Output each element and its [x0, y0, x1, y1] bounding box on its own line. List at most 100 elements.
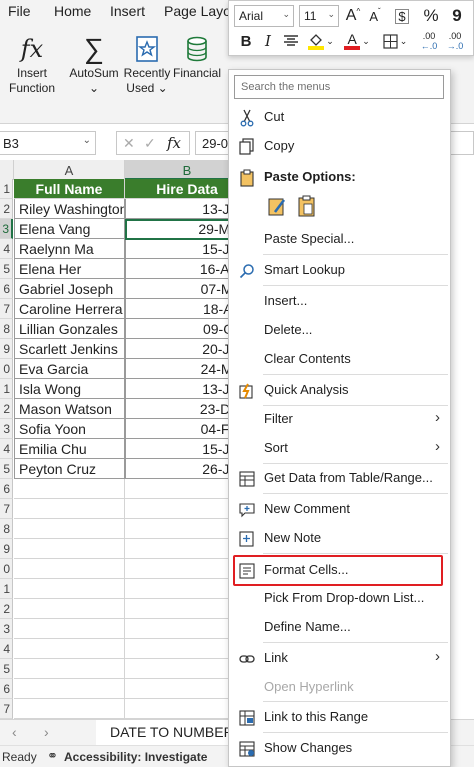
cell-full-name[interactable]: Sofia Yoon [14, 419, 125, 439]
row-header[interactable]: 2 [0, 199, 13, 219]
empty-cell[interactable] [14, 499, 125, 519]
cell-full-name[interactable]: Peyton Cruz [14, 459, 125, 479]
fill-color-button[interactable]: ⌄ [305, 30, 337, 52]
financial-button[interactable]: Financial [172, 32, 222, 81]
scroll-tabs-left-icon[interactable]: ‹ [12, 724, 17, 740]
menu-item-smart-lookup[interactable]: Smart Lookup [229, 256, 450, 284]
row-header[interactable]: 1 [0, 379, 13, 399]
menu-item-new-comment[interactable]: New Comment [229, 495, 450, 523]
menu-item-get-data[interactable]: Get Data from Table/Range... [229, 464, 450, 492]
row-header[interactable]: 7 [0, 499, 13, 519]
enter-formula-icon[interactable]: ✓ [144, 135, 156, 152]
row-header[interactable]: 0 [0, 359, 13, 379]
cell-full-name[interactable]: Lillian Gonzales [14, 319, 125, 339]
row-header[interactable]: 6 [0, 279, 13, 299]
row-header[interactable]: 7 [0, 299, 13, 319]
autosum-button[interactable]: ∑ AutoSum ⌄ [66, 32, 122, 96]
cell-full-name[interactable]: Scarlett Jenkins [14, 339, 125, 359]
row-header[interactable]: 8 [0, 319, 13, 339]
menu-item-delete[interactable]: Delete... [229, 316, 450, 344]
menu-item-quick-analysis[interactable]: Quick Analysis [229, 376, 450, 404]
accessibility-status[interactable]: Accessibility: Investigate [64, 750, 207, 764]
menu-item-paste-special[interactable]: Paste Special... [229, 225, 450, 253]
cell-full-name[interactable]: Gabriel Joseph [14, 279, 125, 299]
row-header[interactable]: 9 [0, 539, 13, 559]
cell-full-name[interactable]: Caroline Herrera [14, 299, 125, 319]
cancel-formula-icon[interactable]: ✕ [123, 135, 135, 152]
recently-used-button[interactable]: Recently Used ⌄ [120, 32, 174, 96]
menu-item-copy[interactable]: Copy [229, 132, 450, 160]
tab-home[interactable]: Home [54, 3, 91, 19]
empty-cell[interactable] [14, 519, 125, 539]
italic-button[interactable]: I [259, 30, 277, 52]
accounting-format-button[interactable]: $ [389, 5, 415, 27]
row-header[interactable]: 2 [0, 599, 13, 619]
menu-item-insert[interactable]: Insert... [229, 287, 450, 315]
empty-cell[interactable] [14, 539, 125, 559]
row-header[interactable]: 4 [0, 439, 13, 459]
font-size-select[interactable]: 11 ⌄ [299, 5, 339, 27]
decrease-decimal-button[interactable]: .00 →.0 [443, 28, 467, 54]
font-name-select[interactable]: Arial ⌄ [234, 5, 294, 27]
menu-item-cut[interactable]: Cut [229, 103, 450, 131]
sheet-tab-active[interactable]: DATE TO NUMBER [96, 720, 236, 745]
cell-full-name[interactable]: Elena Her [14, 259, 125, 279]
cell-full-name[interactable]: Emilia Chu [14, 439, 125, 459]
percent-style-button[interactable]: % [420, 5, 442, 27]
column-header-a[interactable]: A [14, 160, 125, 180]
empty-cell[interactable] [14, 599, 125, 619]
menu-item-pick-from-list[interactable]: Pick From Drop-down List... [229, 584, 450, 612]
row-header[interactable]: 4 [0, 239, 13, 259]
tab-insert[interactable]: Insert [110, 3, 145, 19]
menu-item-clear-contents[interactable]: Clear Contents [229, 345, 450, 373]
empty-cell[interactable] [14, 579, 125, 599]
row-header[interactable]: 1 [0, 579, 13, 599]
row-header[interactable]: 7 [0, 699, 13, 719]
row-header[interactable]: 6 [0, 679, 13, 699]
row-header[interactable]: 0 [0, 559, 13, 579]
row-header[interactable]: 3 [0, 419, 13, 439]
menu-item-link[interactable]: Link › [229, 644, 450, 672]
row-header[interactable]: 4 [0, 639, 13, 659]
increase-font-size-button[interactable]: A ^ [343, 5, 363, 27]
cell-full-name[interactable]: Eva Garcia [14, 359, 125, 379]
name-box[interactable]: B3 ⌄ [0, 131, 96, 155]
paste-formatting-option[interactable] [265, 194, 289, 218]
cell-full-name[interactable]: Elena Vang [14, 219, 125, 239]
cell-full-name[interactable]: Riley Washington [14, 199, 125, 219]
row-header[interactable]: 5 [0, 659, 13, 679]
row-header[interactable]: 1 [0, 179, 13, 199]
scroll-tabs-right-icon[interactable]: › [44, 724, 49, 740]
name-box-chevron-icon[interactable]: ⌄ [83, 135, 91, 146]
empty-cell[interactable] [14, 619, 125, 639]
row-header[interactable]: 3 [0, 219, 13, 239]
empty-cell[interactable] [14, 639, 125, 659]
align-center-button[interactable] [281, 30, 301, 52]
menu-item-filter[interactable]: Filter › [229, 405, 450, 433]
empty-cell[interactable] [14, 679, 125, 699]
cell-full-name[interactable]: Isla Wong [14, 379, 125, 399]
table-header-cell[interactable]: Full Name [14, 179, 125, 199]
empty-cell[interactable] [14, 659, 125, 679]
row-header[interactable]: 5 [0, 259, 13, 279]
insert-function-button[interactable]: fx Insert Function [4, 32, 60, 96]
bold-button[interactable]: B [237, 30, 255, 52]
increase-decimal-button[interactable]: .00 ←.0 [417, 28, 441, 54]
font-color-button[interactable]: A ⌄ [341, 30, 373, 52]
borders-button[interactable]: ⌄ [379, 30, 411, 52]
row-header[interactable]: 8 [0, 519, 13, 539]
comma-style-button[interactable]: 9 [446, 5, 468, 27]
menu-item-sort[interactable]: Sort › [229, 434, 450, 462]
insert-function-icon[interactable]: fx [167, 134, 181, 152]
row-header[interactable]: 2 [0, 399, 13, 419]
row-header[interactable]: 5 [0, 459, 13, 479]
tab-file[interactable]: File [8, 3, 31, 19]
select-all-corner[interactable] [0, 160, 14, 180]
row-header[interactable]: 3 [0, 619, 13, 639]
row-header[interactable]: 9 [0, 339, 13, 359]
empty-cell[interactable] [14, 479, 125, 499]
paste-default-option[interactable] [295, 194, 319, 218]
menu-item-link-to-range[interactable]: Link to this Range [229, 703, 450, 731]
menu-search-input[interactable]: Search the menus [234, 75, 444, 99]
decrease-font-size-button[interactable]: Aˇ [365, 5, 385, 27]
